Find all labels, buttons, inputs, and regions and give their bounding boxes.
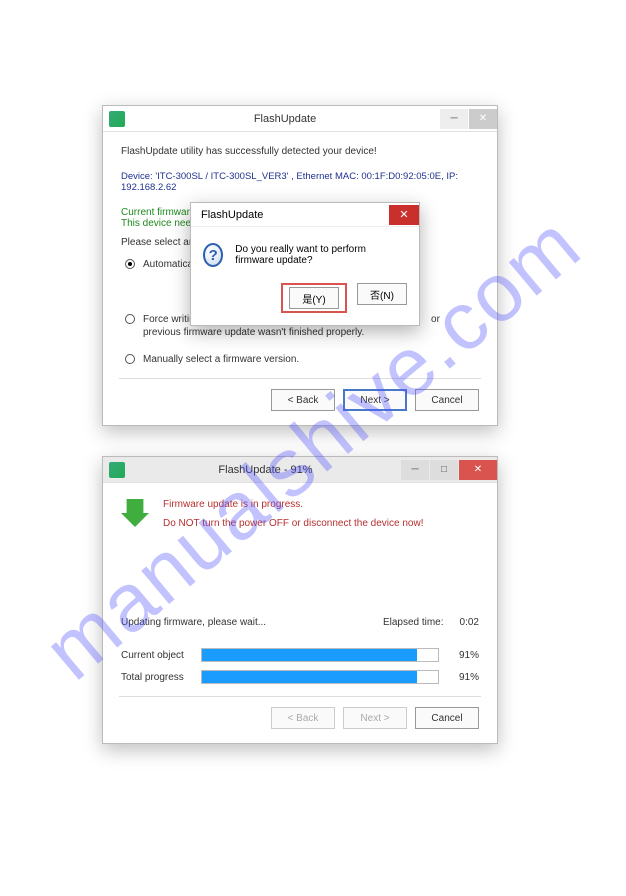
close-button[interactable]: ✕: [459, 460, 497, 480]
app-icon: [109, 462, 125, 478]
current-object-percent: 91%: [439, 650, 479, 661]
warning-block: Firmware update is in progress. Do NOT t…: [163, 499, 424, 537]
dialog-close-button[interactable]: ✕: [389, 205, 419, 225]
minimize-button[interactable]: ─: [440, 109, 468, 129]
total-progress-row: Total progress 91%: [121, 670, 479, 684]
radio-manual[interactable]: Manually select a firmware version.: [125, 353, 479, 366]
current-object-bar: [201, 648, 439, 662]
total-progress-label: Total progress: [121, 672, 201, 683]
flashupdate-progress-window: FlashUpdate - 91% ─ □ ✕ Firmware update …: [102, 456, 498, 744]
no-button[interactable]: 否(N): [357, 283, 407, 305]
cancel-button[interactable]: Cancel: [415, 707, 479, 729]
minimize-button[interactable]: ─: [401, 460, 429, 480]
titlebar: FlashUpdate - 91% ─ □ ✕: [103, 457, 497, 483]
close-button[interactable]: ✕: [469, 109, 497, 129]
question-icon: ?: [203, 243, 223, 267]
radio-manual-label: Manually select a firmware version.: [143, 353, 299, 366]
cancel-button[interactable]: Cancel: [415, 389, 479, 411]
total-progress-bar: [201, 670, 439, 684]
dialog-message: Do you really want to perform firmware u…: [235, 244, 407, 266]
dialog-titlebar: FlashUpdate ✕: [191, 203, 419, 227]
warning-line2: Do NOT turn the power OFF or disconnect …: [163, 518, 424, 529]
elapsed-label: Elapsed time:: [383, 617, 444, 628]
back-button: < Back: [271, 707, 335, 729]
yes-button-highlight: 是(Y): [281, 283, 347, 313]
next-button: Next >: [343, 707, 407, 729]
device-info: Device: 'ITC-300SL / ITC-300SL_VER3' , E…: [121, 171, 479, 193]
dialog-title: FlashUpdate: [201, 209, 263, 221]
next-button[interactable]: Next >: [343, 389, 407, 411]
window-title: FlashUpdate - 91%: [131, 464, 400, 476]
total-progress-percent: 91%: [439, 672, 479, 683]
confirm-dialog: FlashUpdate ✕ ? Do you really want to pe…: [190, 202, 420, 326]
warning-line1: Firmware update is in progress.: [163, 499, 424, 510]
maximize-button[interactable]: □: [430, 460, 458, 480]
updating-label: Updating firmware, please wait...: [121, 617, 383, 628]
elapsed-value: 0:02: [460, 617, 479, 628]
window-title: FlashUpdate: [131, 113, 439, 125]
download-icon: [121, 499, 149, 527]
titlebar: FlashUpdate ─ ✕: [103, 106, 497, 132]
detected-message: FlashUpdate utility has successfully det…: [121, 146, 479, 157]
current-object-row: Current object 91%: [121, 648, 479, 662]
radio-icon: [125, 259, 135, 269]
current-object-label: Current object: [121, 650, 201, 661]
back-button[interactable]: < Back: [271, 389, 335, 411]
app-icon: [109, 111, 125, 127]
yes-button[interactable]: 是(Y): [289, 287, 339, 309]
radio-icon: [125, 314, 135, 324]
radio-icon: [125, 354, 135, 364]
